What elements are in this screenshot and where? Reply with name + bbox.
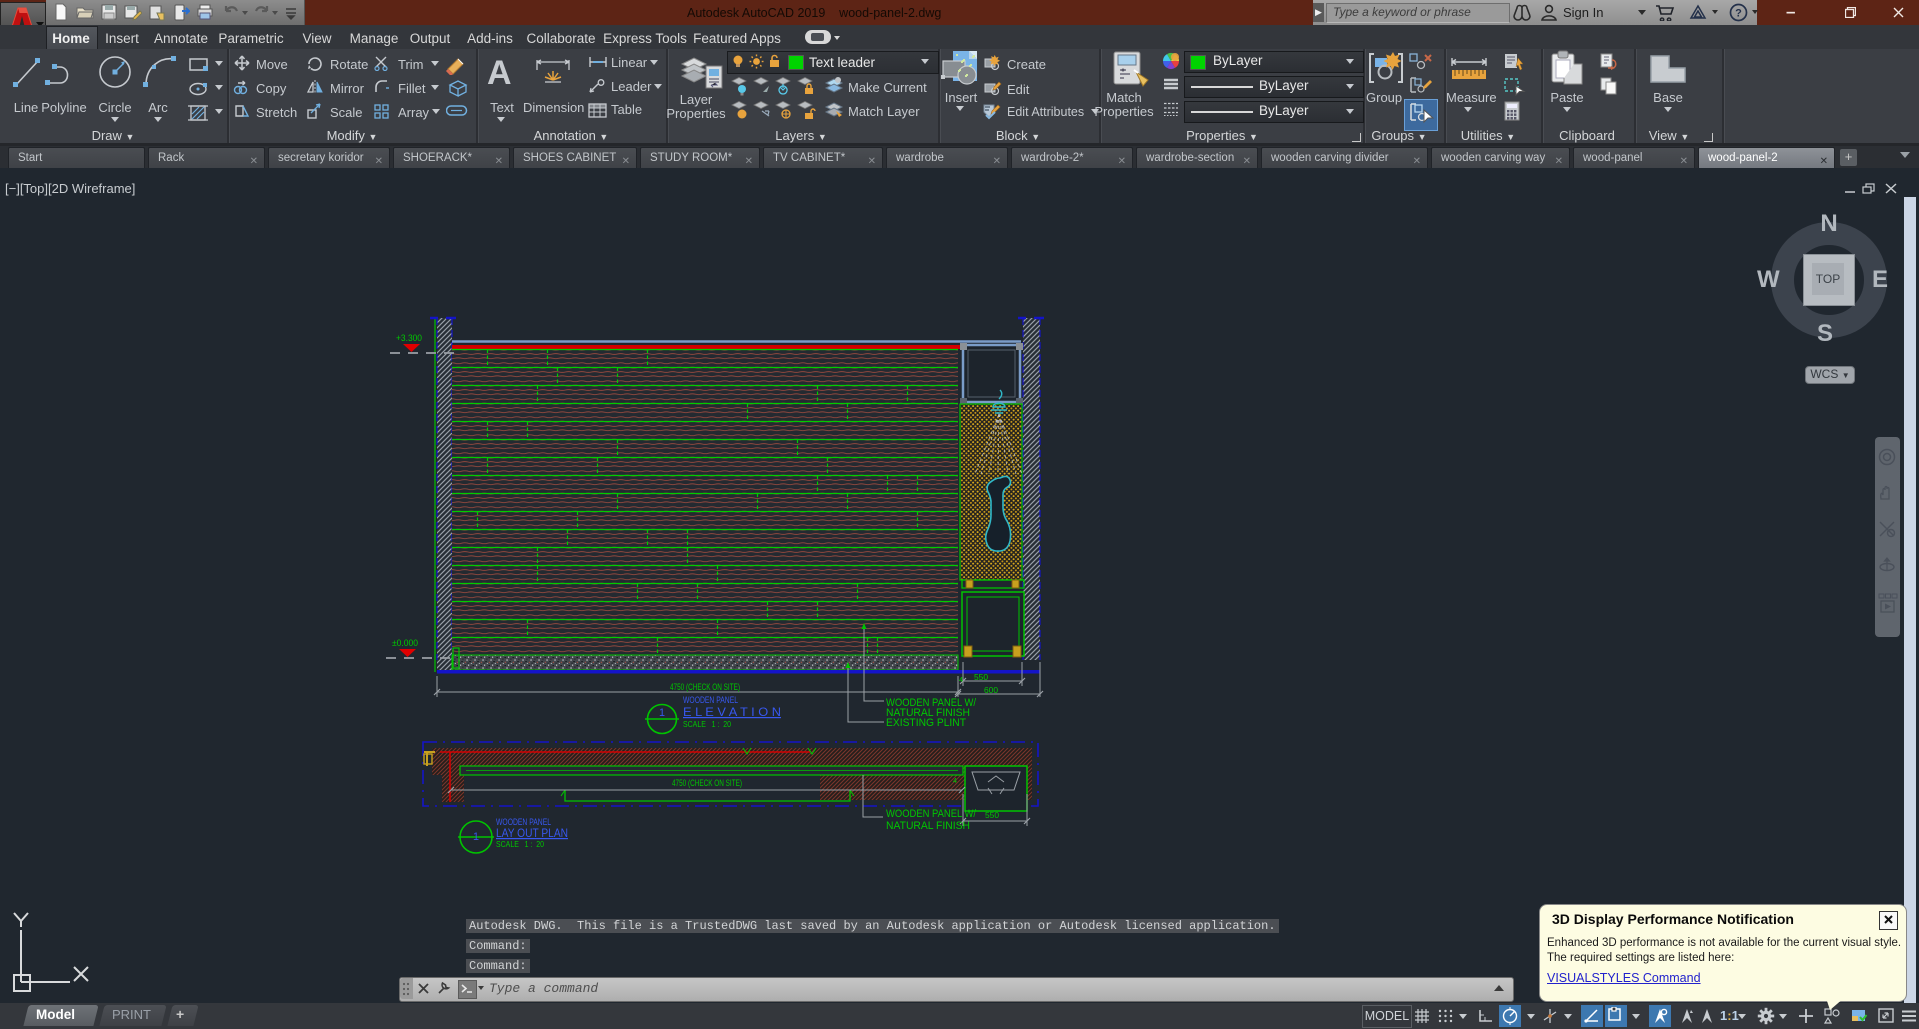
svg-text:SCALE 1 : 20: SCALE 1 : 20 — [683, 719, 731, 729]
svg-text:550: 550 — [974, 672, 988, 682]
svg-text:±0.000: ±0.000 — [392, 638, 418, 649]
svg-text:WOODEN PANEL W/: WOODEN PANEL W/ — [886, 808, 977, 820]
svg-text:E L E V A T I O N: E L E V A T I O N — [683, 705, 781, 719]
svg-text:4750 (CHECK ON SITE): 4750 (CHECK ON SITE) — [670, 682, 740, 692]
svg-text:NATURAL FINISH: NATURAL FINISH — [886, 820, 970, 832]
svg-text:600: 600 — [984, 685, 998, 695]
svg-text:550: 550 — [985, 810, 999, 820]
svg-text:+3.300: +3.300 — [396, 333, 422, 344]
svg-text:EXISTING PLINT: EXISTING PLINT — [886, 717, 966, 729]
svg-text:1: 1 — [473, 831, 479, 843]
svg-text:4: 4 — [953, 776, 957, 785]
svg-text:LAY OUT PLAN: LAY OUT PLAN — [496, 826, 568, 840]
svg-text:4: 4 — [959, 675, 963, 684]
svg-text:SCALE 1 : 20: SCALE 1 : 20 — [496, 839, 544, 849]
svg-text:1: 1 — [659, 707, 665, 719]
svg-text:?: ? — [1735, 8, 1742, 20]
svg-text:4750 (CHECK ON SITE): 4750 (CHECK ON SITE) — [672, 778, 742, 788]
